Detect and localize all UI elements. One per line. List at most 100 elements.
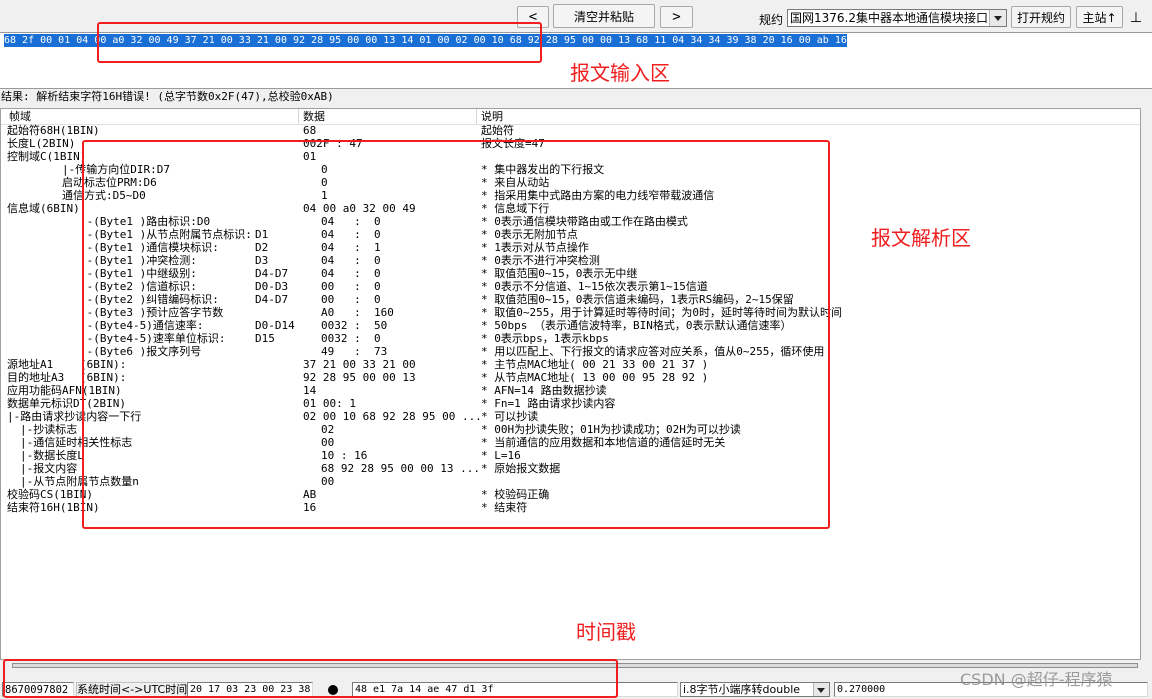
- table-row[interactable]: |-(Byte6 )报文序列号 49 : 73 * 用以匹配上、下行报文的请求应答对…: [1, 345, 1140, 358]
- table-row[interactable]: |-(Byte4-5)速率单位标识: D15 0032 : 0 * 0表示bps，1表…: [1, 332, 1140, 345]
- cell-data: 04 00 a0 32 00 49: [303, 202, 416, 215]
- cell-field: |-(Byte1 )路由标识:D0: [80, 215, 211, 228]
- next-button[interactable]: >: [660, 6, 693, 28]
- time-value-input[interactable]: [187, 682, 313, 697]
- table-row[interactable]: 信息域(6BIN) 04 00 a0 32 00 49 * 信息域下行: [1, 202, 1140, 215]
- table-row[interactable]: |-传输方向位DIR:D7 0 * 集中器发出的下行报文: [1, 163, 1140, 176]
- cell-desc: * 取值范围0~15，0表示无中继: [481, 267, 638, 280]
- column-header-field[interactable]: 帧域: [1, 109, 299, 124]
- table-row[interactable]: |-从节点附属节点数量n 00: [1, 475, 1140, 488]
- cell-data: 0032 : 50: [321, 319, 388, 332]
- cell-data: 1: [321, 189, 328, 202]
- cell-field: |-(Byte1 )中继级别:: [80, 267, 197, 280]
- cell-field: |-(Byte4-5)速率单位标识:: [80, 332, 226, 345]
- table-row[interactable]: |-(Byte2 )信道标识: D0-D3 00 : 0 * 0表示不分信道、1~15…: [1, 280, 1140, 293]
- convert-mode-select[interactable]: i.8字节小端序转double: [680, 682, 830, 697]
- cell-desc: 报文长度=47: [481, 137, 545, 150]
- cell-data: 0: [321, 163, 328, 176]
- table-row[interactable]: |-通信延时相关性标志 00 * 当前通信的应用数据和本地信道的通信延时无关: [1, 436, 1140, 449]
- cell-data: 68: [303, 124, 317, 137]
- cell-data: 49 : 73: [321, 345, 388, 358]
- cell-field: 通信方式:D5~D0: [62, 189, 146, 202]
- prev-button[interactable]: <: [517, 6, 549, 28]
- cell-desc: * Fn=1 路由请求抄读内容: [481, 397, 616, 410]
- cell-desc: * 主节点MAC地址( 00 21 33 00 21 37 ): [481, 358, 709, 371]
- cell-data: 92 28 95 00 00 13: [303, 371, 416, 384]
- cell-field: |-报文内容: [20, 462, 78, 475]
- table-row[interactable]: 目的地址A3 (6BIN): 92 28 95 00 00 13 * 从节点MAC地址…: [1, 371, 1140, 384]
- table-row[interactable]: 应用功能码AFN(1BIN) 14 * AFN=14 路由数据抄读: [1, 384, 1140, 397]
- open-protocol-button[interactable]: 打开规约: [1011, 6, 1071, 28]
- column-header-data[interactable]: 数据: [299, 109, 477, 124]
- cell-desc: * 原始报文数据: [481, 462, 561, 475]
- cell-desc: * 用以匹配上、下行报文的请求应答对应关系，值从0~255，循环使用: [481, 345, 825, 358]
- cell-field: 信息域(6BIN): [7, 202, 80, 215]
- cell-field-unit: (6BIN):: [80, 358, 127, 371]
- table-row[interactable]: |-数据长度L 10 : 16 * L=16: [1, 449, 1140, 462]
- cell-data: 04 : 0: [321, 228, 381, 241]
- table-row[interactable]: |-报文内容 68 92 28 95 00 00 13 ... * 原始报文数据: [1, 462, 1140, 475]
- cell-data: 00 : 0: [321, 293, 381, 306]
- table-row[interactable]: 通信方式:D5~D0 1 * 指采用集中式路由方案的电力线窄带载波通信: [1, 189, 1140, 202]
- table-row[interactable]: |-(Byte1 )中继级别: D4-D7 04 : 0 * 取值范围0~15，0表示…: [1, 267, 1140, 280]
- column-header-desc[interactable]: 说明: [477, 109, 1140, 124]
- convert-mode-dropdown-button[interactable]: [813, 683, 829, 696]
- cell-data: 16: [303, 501, 317, 514]
- cell-field-unit: (6BIN):: [80, 371, 127, 384]
- cell-data: 04 : 0: [321, 215, 381, 228]
- table-row[interactable]: |-(Byte2 )纠错编码标识: D4-D7 00 : 0 * 取值范围0~15，0…: [1, 293, 1140, 306]
- protocol-select[interactable]: 国网1376.2集中器本地通信模块接口协: [787, 9, 1007, 27]
- table-header: 帧域 数据 说明: [1, 109, 1140, 125]
- master-station-button[interactable]: 主站↑: [1076, 6, 1123, 28]
- scrollbar-thumb[interactable]: [12, 663, 1138, 668]
- table-row[interactable]: 控制域C(1BIN) 01: [1, 150, 1140, 163]
- table-body: 起始符68H(1BIN) 68 起始符 长度L(2BIN) 002F : 47 报文长度=…: [1, 124, 1140, 659]
- cell-field: |-(Byte1 )冲突检测:: [80, 254, 197, 267]
- cell-desc: * 50bps （表示通信波特率，BIN格式，0表示默认通信速率）: [481, 319, 792, 332]
- table-row[interactable]: 数据单元标识DT(2BIN) 01 00: 1 * Fn=1 路由请求抄读内容: [1, 397, 1140, 410]
- cell-desc: * 0表示不分信道、1~15依次表示第1~15信道: [481, 280, 708, 293]
- cell-data: 10 : 16: [321, 449, 368, 462]
- protocol-dropdown-button[interactable]: [989, 10, 1006, 26]
- cell-field: 结束符16H(1BIN): [7, 501, 100, 514]
- table-row[interactable]: |-(Byte3 )预计应答字节数 A0 : 160 * 取值0~255，用于计算延…: [1, 306, 1140, 319]
- table-row[interactable]: 源地址A1 (6BIN): 37 21 00 33 21 00 * 主节点MAC地址(…: [1, 358, 1140, 371]
- cell-data: 00: [321, 436, 335, 449]
- hex-value-input[interactable]: [352, 682, 678, 697]
- cell-desc: * 结束符: [481, 501, 528, 514]
- table-row[interactable]: |-抄读标志 02 * 00H为抄读失败；01H为抄读成功；02H为可以抄读: [1, 423, 1140, 436]
- cell-desc: * 00H为抄读失败；01H为抄读成功；02H为可以抄读: [481, 423, 741, 436]
- cell-data: A0 : 160: [321, 306, 394, 319]
- cell-data: 14: [303, 384, 317, 397]
- cell-desc: * 从节点MAC地址( 13 00 00 95 28 92 ): [481, 371, 709, 384]
- cell-desc: * 0表示不进行冲突检测: [481, 254, 600, 267]
- cell-desc: * L=16: [481, 449, 521, 462]
- pin-button[interactable]: ⊥: [1129, 8, 1143, 28]
- table-row[interactable]: |-(Byte4-5)通信速率: D0-D14 0032 : 50 * 50bps （…: [1, 319, 1140, 332]
- cell-field: 起始符68H(1BIN): [7, 124, 100, 137]
- table-row[interactable]: |-(Byte1 )冲突检测: D3 04 : 0 * 0表示不进行冲突检测: [1, 254, 1140, 267]
- cell-data: 02 00 10 68 92 28 95 00 ...: [303, 410, 482, 423]
- parse-table[interactable]: 帧域 数据 说明 起始符68H(1BIN) 68 起始符 长度L(2BIN) 002F …: [0, 108, 1141, 660]
- dot-icon[interactable]: [328, 685, 338, 695]
- table-row[interactable]: 起始符68H(1BIN) 68 起始符: [1, 124, 1140, 137]
- cell-field-bits: D0-D14: [255, 319, 295, 332]
- cell-desc: * 信息域下行: [481, 202, 550, 215]
- protocol-label: 规约: [759, 13, 784, 27]
- cell-data: 01 00: 1: [303, 397, 356, 410]
- cell-data: 0032 : 0: [321, 332, 381, 345]
- clear-paste-button[interactable]: 清空并粘贴: [553, 4, 655, 28]
- watermark-text: CSDN @超仔-程序猿: [960, 670, 1113, 689]
- table-row[interactable]: 结束符16H(1BIN) 16 * 结束符: [1, 501, 1140, 514]
- cell-field: |-传输方向位DIR:D7: [62, 163, 170, 176]
- cell-data: 04 : 0: [321, 267, 381, 280]
- cell-field-bits: D1: [255, 228, 269, 241]
- table-row[interactable]: 启动标志位PRM:D6 0 * 来自从动站: [1, 176, 1140, 189]
- table-row[interactable]: 校验码CS(1BIN) AB * 校验码正确: [1, 488, 1140, 501]
- cell-field: |-(Byte2 )信道标识:: [80, 280, 197, 293]
- cell-desc: * AFN=14 路由数据抄读: [481, 384, 607, 397]
- time-convert-button[interactable]: 系统时间<->UTC时间: [76, 682, 187, 697]
- table-row[interactable]: 长度L(2BIN) 002F : 47 报文长度=47: [1, 137, 1140, 150]
- frame-counter-field[interactable]: [2, 682, 74, 697]
- table-row[interactable]: |-路由请求抄读内容一下行 02 00 10 68 92 28 95 00 ...…: [1, 410, 1140, 423]
